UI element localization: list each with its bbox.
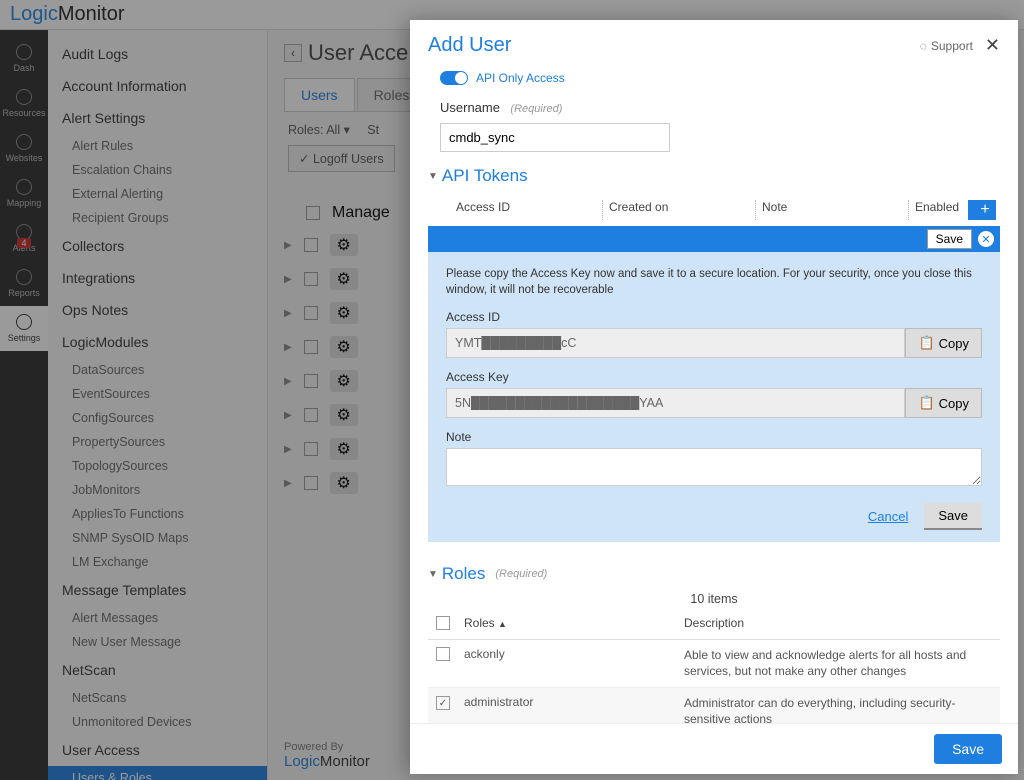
clipboard-icon: 📋 bbox=[918, 335, 934, 351]
role-checkbox[interactable] bbox=[436, 647, 450, 661]
sort-asc-icon[interactable]: ▲ bbox=[498, 619, 507, 629]
api-tokens-table-header: Access ID Created on Note Enabled + bbox=[428, 194, 1000, 226]
roles-table: Roles ▲ Description ackonlyAble to view … bbox=[428, 610, 1000, 723]
copy-access-key-button[interactable]: 📋 Copy bbox=[905, 388, 982, 418]
roles-select-all-checkbox[interactable] bbox=[436, 616, 450, 630]
token-row-editing: Save ✕ bbox=[428, 226, 1000, 252]
username-label: Username bbox=[440, 100, 500, 115]
token-save-button[interactable]: Save bbox=[924, 503, 982, 530]
access-key-field[interactable] bbox=[446, 388, 905, 418]
add-user-modal: Add User ◌ Support ✕ API Only Access Use… bbox=[410, 20, 1018, 774]
caret-down-icon: ▼ bbox=[428, 569, 438, 580]
token-warning-text: Please copy the Access Key now and save … bbox=[446, 266, 982, 298]
new-token-panel: Please copy the Access Key now and save … bbox=[428, 252, 1000, 542]
token-row-save-button[interactable]: Save bbox=[927, 229, 972, 249]
username-input[interactable] bbox=[440, 123, 670, 152]
token-note-textarea[interactable] bbox=[446, 448, 982, 486]
access-id-label: Access ID bbox=[446, 310, 982, 324]
role-row[interactable]: ✓administratorAdministrator can do every… bbox=[428, 688, 1000, 723]
modal-title: Add User bbox=[428, 34, 920, 57]
api-only-toggle[interactable]: API Only Access bbox=[428, 71, 1000, 85]
role-checkbox[interactable]: ✓ bbox=[436, 696, 450, 710]
toggle-switch-icon bbox=[440, 71, 468, 85]
token-cancel-link[interactable]: Cancel bbox=[868, 509, 908, 524]
token-row-cancel-icon[interactable]: ✕ bbox=[978, 231, 994, 247]
access-id-field[interactable] bbox=[446, 328, 905, 358]
roles-item-count: 10 items bbox=[428, 592, 1000, 606]
caret-down-icon: ▼ bbox=[428, 171, 438, 182]
clipboard-icon: 📋 bbox=[918, 395, 934, 411]
modal-save-button[interactable]: Save bbox=[934, 734, 1002, 764]
api-tokens-section-header[interactable]: ▼ API Tokens bbox=[428, 166, 1000, 186]
copy-access-id-button[interactable]: 📋 Copy bbox=[905, 328, 982, 358]
token-note-label: Note bbox=[446, 430, 982, 444]
access-key-label: Access Key bbox=[446, 370, 982, 384]
support-link[interactable]: ◌ Support bbox=[920, 39, 973, 53]
support-icon: ◌ bbox=[920, 39, 927, 53]
add-token-button[interactable]: + bbox=[968, 200, 996, 220]
role-row[interactable]: ackonlyAble to view and acknowledge aler… bbox=[428, 640, 1000, 687]
close-icon[interactable]: ✕ bbox=[985, 35, 1000, 56]
roles-section-header[interactable]: ▼ Roles (Required) bbox=[428, 564, 1000, 584]
